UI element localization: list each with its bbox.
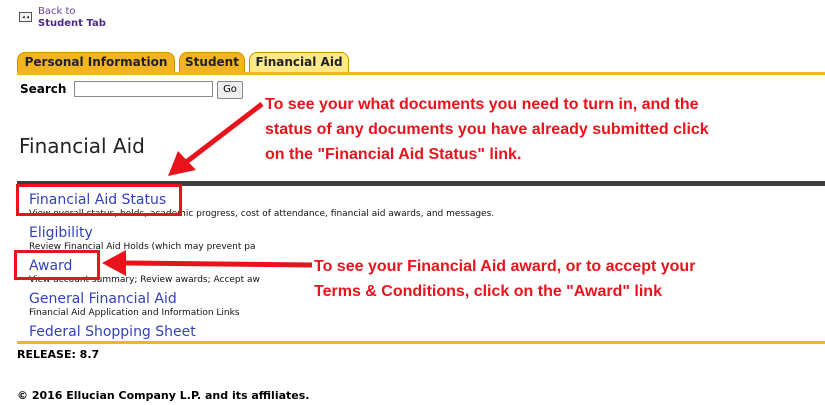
award-annotation: To see your Financial Aid award, or to a… <box>314 254 695 304</box>
award-arrow <box>123 260 313 268</box>
status-arrow <box>183 102 264 165</box>
status-annotation-line1: To see your what documents you need to t… <box>265 96 699 113</box>
search-label: Search <box>20 82 67 96</box>
footer-divider <box>17 341 825 344</box>
tab-personal-information[interactable]: Personal Information <box>17 52 175 73</box>
general-financial-aid-link[interactable]: General Financial Aid <box>29 291 177 307</box>
back-link-line1[interactable]: Back to <box>38 6 106 18</box>
page-title: Financial Aid <box>19 134 145 158</box>
back-link[interactable]: Back to Student Tab <box>38 6 106 30</box>
federal-shopping-sheet-link[interactable]: Federal Shopping Sheet <box>29 324 196 340</box>
status-annotation: To see your what documents you need to t… <box>265 92 709 167</box>
award-annotation-line1: To see your Financial Aid award, or to a… <box>314 258 696 275</box>
tab-underline <box>17 72 825 75</box>
status-annotation-line3: on the "Financial Aid Status" link. <box>265 146 522 163</box>
search-input[interactable] <box>74 81 213 97</box>
tab-student[interactable]: Student <box>179 52 245 73</box>
status-annotation-line2: status of any documents you have already… <box>265 121 709 138</box>
general-financial-aid-description: Financial Aid Application and Informatio… <box>29 308 240 318</box>
award-highlight <box>14 250 100 280</box>
release-version: RELEASE: 8.7 <box>17 348 100 361</box>
copyright-notice: © 2016 Ellucian Company L.P. and its aff… <box>17 389 310 402</box>
eligibility-link[interactable]: Eligibility <box>29 225 93 241</box>
back-link-line2[interactable]: Student Tab <box>38 18 106 29</box>
award-annotation-line2: Terms & Conditions, click on the "Award"… <box>314 283 662 300</box>
go-button[interactable]: Go <box>217 81 243 99</box>
back-arrow-icon[interactable]: ◂◂ <box>19 12 32 22</box>
status-arrow-head <box>168 151 196 176</box>
tab-financial-aid[interactable]: Financial Aid <box>249 52 349 73</box>
financial-aid-status-highlight <box>16 184 182 216</box>
award-arrow-head <box>102 250 126 276</box>
